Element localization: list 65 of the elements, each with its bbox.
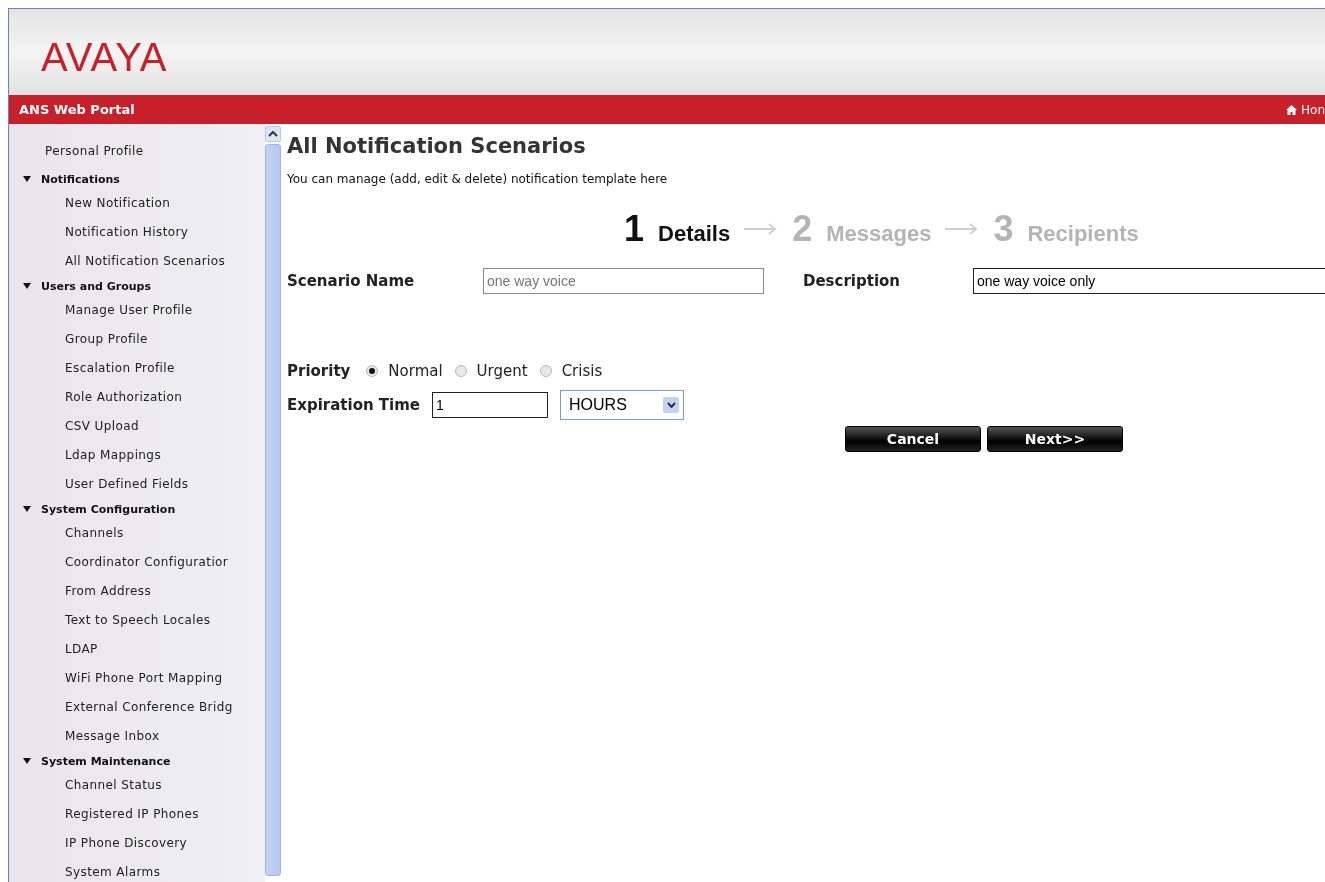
- sidebar-item[interactable]: System Alarms: [9, 858, 265, 882]
- step-label: Recipients: [1027, 221, 1139, 247]
- sidebar-item[interactable]: Role Authorization: [9, 383, 265, 412]
- radio-button[interactable]: [454, 365, 467, 377]
- sidebar-item[interactable]: Channel Status: [9, 771, 265, 800]
- sidebar-item[interactable]: Message Inbox: [9, 722, 265, 751]
- sidebar-group[interactable]: Notifications: [9, 169, 265, 189]
- sidebar-item[interactable]: Registered IP Phones: [9, 800, 265, 829]
- scrollbar-thumb[interactable]: [265, 144, 281, 876]
- sidebar-item[interactable]: Escalation Profile: [9, 354, 265, 383]
- sidebar-item[interactable]: New Notification: [9, 189, 265, 218]
- field-label: Description: [803, 272, 902, 290]
- caret-down-icon: [23, 176, 31, 182]
- sidebar-item[interactable]: Channels: [9, 519, 265, 548]
- portal-title: ANS Web Portal: [19, 102, 135, 117]
- caret-down-icon: [663, 397, 679, 413]
- step-label: Details: [658, 221, 731, 247]
- sidebar-group[interactable]: Users and Groups: [9, 276, 265, 296]
- step-number: 1: [624, 208, 645, 250]
- radio-label: Normal: [388, 362, 443, 380]
- sidebar-item[interactable]: CSV Upload: [9, 412, 265, 441]
- field-label: Expiration Time: [287, 396, 420, 414]
- sidebar-item[interactable]: Notification History: [9, 218, 265, 247]
- arrow-icon: [945, 223, 980, 235]
- radio-label: Urgent: [476, 362, 528, 380]
- field-label: Scenario Name: [287, 272, 416, 290]
- radio-button[interactable]: [539, 365, 552, 377]
- home-icon: [1286, 104, 1297, 115]
- page-subtitle: You can manage (add, edit & delete) notification template here: [287, 172, 669, 186]
- avaya-logo: AVAYA: [41, 34, 168, 80]
- chevron-up-icon: [268, 131, 278, 137]
- sidebar-item[interactable]: WiFi Phone Port Mapping: [9, 664, 265, 693]
- sidebar-item[interactable]: User Defined Fields: [9, 470, 265, 499]
- sidebar-item[interactable]: Manage User Profile: [9, 296, 265, 325]
- expiration-field[interactable]: 1: [432, 392, 548, 418]
- next-button[interactable]: Next>>: [987, 426, 1123, 452]
- sidebar-item[interactable]: Text to Speech Locales: [9, 606, 265, 635]
- sidebar-item[interactable]: LDAP: [9, 635, 265, 664]
- arrow-icon: [744, 223, 779, 235]
- caret-down-icon: [23, 506, 31, 512]
- description-field[interactable]: one way voice only: [973, 268, 1325, 294]
- step-number: 2: [792, 208, 813, 250]
- sidebar-item[interactable]: All Notification Scenarios: [9, 247, 265, 276]
- page-title: All Notification Scenarios: [287, 134, 587, 158]
- sidebar-item[interactable]: IP Phone Discovery: [9, 829, 265, 858]
- home-link[interactable]: Hon: [1286, 102, 1325, 117]
- field-label: Priority: [287, 362, 351, 380]
- caret-down-icon: [23, 758, 31, 764]
- scenario-name-field[interactable]: one way voice: [483, 268, 764, 294]
- radio-label: Crisis: [561, 362, 603, 380]
- sidebar-item[interactable]: Group Profile: [9, 325, 265, 354]
- sidebar-item[interactable]: From Address: [9, 577, 265, 606]
- step-number: 3: [993, 208, 1014, 250]
- caret-down-icon: [23, 283, 31, 289]
- cancel-button[interactable]: Cancel: [845, 426, 981, 452]
- unit-dropdown[interactable]: HOURS: [560, 390, 684, 420]
- radio-button[interactable]: [366, 365, 379, 377]
- sidebar-group[interactable]: System Configuration: [9, 499, 265, 519]
- sidebar-item[interactable]: Personal Profile: [9, 140, 265, 169]
- step-label: Messages: [826, 221, 932, 247]
- sidebar-group[interactable]: System Maintenance: [9, 751, 265, 771]
- sidebar-item[interactable]: Coordinator Configuratior: [9, 548, 265, 577]
- sidebar-item[interactable]: Ldap Mappings: [9, 441, 265, 470]
- sidebar-item[interactable]: External Conference Bridg: [9, 693, 265, 722]
- scroll-up-button[interactable]: [265, 126, 281, 142]
